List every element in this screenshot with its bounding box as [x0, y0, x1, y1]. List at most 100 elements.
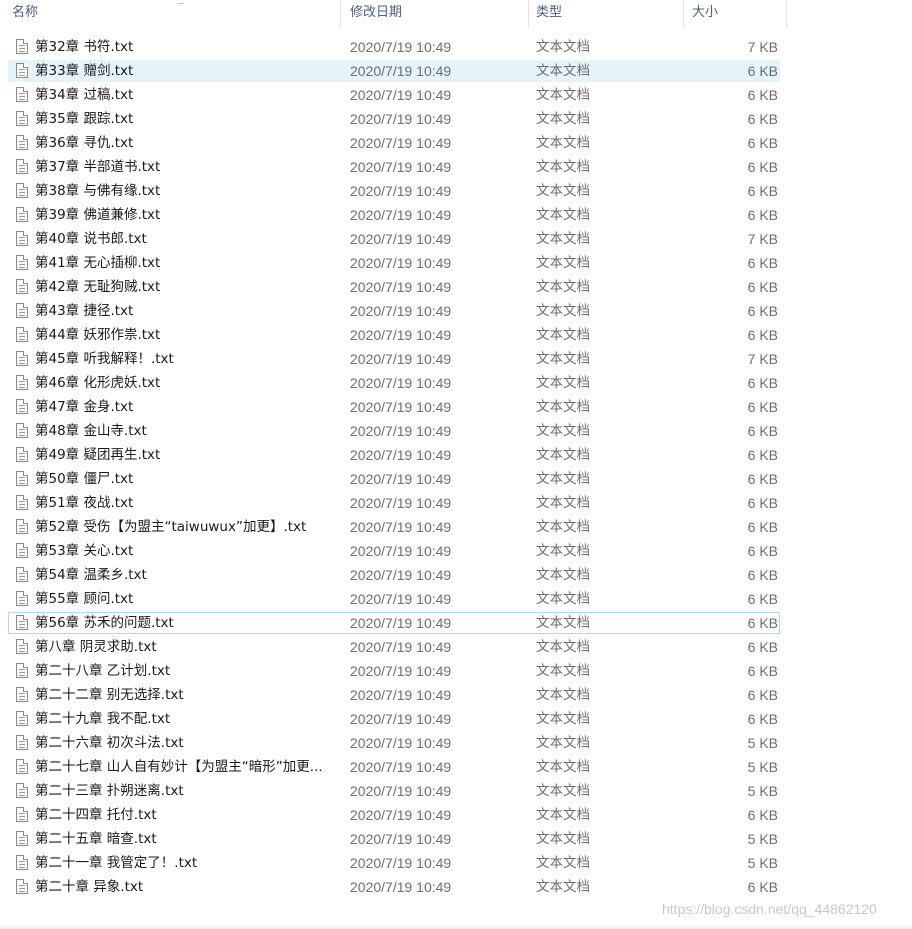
file-modified-date: 2020/7/19 10:49 — [350, 519, 452, 535]
file-row[interactable]: 第33章 赠剑.txt 2020/7/19 10:49 文本文档 6 KB — [0, 60, 912, 84]
file-row[interactable]: 第二十三章 扑朔迷离.txt 2020/7/19 10:49 文本文档 5 KB — [0, 780, 912, 804]
file-row[interactable]: 第51章 夜战.txt 2020/7/19 10:49 文本文档 6 KB — [0, 492, 912, 516]
file-row[interactable]: 第49章 疑团再生.txt 2020/7/19 10:49 文本文档 6 KB — [0, 444, 912, 468]
column-header-date[interactable]: 修改日期 — [344, 0, 528, 28]
file-modified-date: 2020/7/19 10:49 — [350, 471, 452, 487]
file-modified-date: 2020/7/19 10:49 — [350, 303, 452, 319]
file-row[interactable]: 第39章 佛道兼修.txt 2020/7/19 10:49 文本文档 6 KB — [0, 204, 912, 228]
file-row[interactable]: 第52章 受伤【为盟主“taiwuwux”加更】.txt 2020/7/19 10… — [0, 516, 912, 540]
file-modified-date: 2020/7/19 10:49 — [350, 159, 452, 175]
file-row[interactable]: 第二十二章 别无选择.txt 2020/7/19 10:49 文本文档 6 KB — [0, 684, 912, 708]
file-name: 第二十三章 扑朔迷离.txt — [35, 783, 184, 799]
file-row[interactable]: 第42章 无耻狗贼.txt 2020/7/19 10:49 文本文档 6 KB — [0, 276, 912, 300]
file-row[interactable]: 第二十四章 托付.txt 2020/7/19 10:49 文本文档 6 KB — [0, 804, 912, 828]
file-name: 第42章 无耻狗贼.txt — [35, 279, 161, 295]
file-row[interactable]: 第41章 无心插柳.txt 2020/7/19 10:49 文本文档 6 KB — [0, 252, 912, 276]
file-row[interactable]: 第二十六章 初次斗法.txt 2020/7/19 10:49 文本文档 5 KB — [0, 732, 912, 756]
file-size: 6 KB — [747, 423, 778, 439]
column-header-size[interactable]: 大小 — [686, 0, 786, 28]
file-row[interactable]: 第32章 书符.txt 2020/7/19 10:49 文本文档 7 KB — [0, 36, 912, 60]
column-divider-date-type[interactable] — [528, 0, 529, 28]
file-name: 第47章 金身.txt — [35, 399, 134, 415]
text-file-icon-lines — [19, 213, 25, 220]
file-type: 文本文档 — [536, 543, 590, 559]
file-row[interactable]: 第56章 苏禾的问题.txt 2020/7/19 10:49 文本文档 6 KB — [0, 612, 912, 636]
file-type: 文本文档 — [536, 207, 590, 223]
text-file-icon — [16, 447, 28, 462]
file-row[interactable]: 第二十章 异象.txt 2020/7/19 10:49 文本文档 6 KB — [0, 876, 912, 900]
file-modified-date: 2020/7/19 10:49 — [350, 39, 452, 55]
text-file-icon-lines — [19, 141, 25, 148]
file-size: 6 KB — [747, 207, 778, 223]
text-file-icon — [16, 807, 28, 822]
file-row[interactable]: 第二十七章 山人自有妙计【为盟主“暗形”加更... 2020/7/19 10:49… — [0, 756, 912, 780]
file-row[interactable]: 第二十八章 乙计划.txt 2020/7/19 10:49 文本文档 6 KB — [0, 660, 912, 684]
column-header-name[interactable]: 名称 — [6, 0, 340, 28]
file-type: 文本文档 — [536, 759, 590, 775]
column-header-type[interactable]: 类型 — [530, 0, 683, 28]
file-type: 文本文档 — [536, 63, 590, 79]
file-row[interactable]: 第46章 化形虎妖.txt 2020/7/19 10:49 文本文档 6 KB — [0, 372, 912, 396]
file-size: 6 KB — [747, 615, 778, 631]
file-row[interactable]: 第二十五章 暗查.txt 2020/7/19 10:49 文本文档 5 KB — [0, 828, 912, 852]
text-file-icon-lines — [19, 741, 25, 748]
file-row[interactable]: 第38章 与佛有缘.txt 2020/7/19 10:49 文本文档 6 KB — [0, 180, 912, 204]
file-row[interactable]: 第44章 妖邪作祟.txt 2020/7/19 10:49 文本文档 6 KB — [0, 324, 912, 348]
text-file-icon-lines — [19, 237, 25, 244]
file-name: 第二十四章 托付.txt — [35, 807, 157, 823]
text-file-icon-lines — [19, 789, 25, 796]
text-file-icon-lines — [19, 597, 25, 604]
file-row[interactable]: 第55章 顾问.txt 2020/7/19 10:49 文本文档 6 KB — [0, 588, 912, 612]
file-type: 文本文档 — [536, 87, 590, 103]
text-file-icon — [16, 519, 28, 534]
file-explorer-list-view: 名称 修改日期 类型 大小 第32章 书符.txt 2020/7/19 10:49… — [0, 0, 912, 929]
column-divider-type-size[interactable] — [683, 0, 684, 28]
column-divider-name-date[interactable] — [340, 0, 341, 28]
file-size: 6 KB — [747, 471, 778, 487]
text-file-icon-lines — [19, 717, 25, 724]
file-size: 6 KB — [747, 519, 778, 535]
file-type: 文本文档 — [536, 639, 590, 655]
file-name: 第33章 赠剑.txt — [35, 63, 134, 79]
file-row[interactable]: 第37章 半部道书.txt 2020/7/19 10:49 文本文档 6 KB — [0, 156, 912, 180]
file-type: 文本文档 — [536, 183, 590, 199]
file-type: 文本文档 — [536, 471, 590, 487]
file-row[interactable]: 第35章 跟踪.txt 2020/7/19 10:49 文本文档 6 KB — [0, 108, 912, 132]
file-modified-date: 2020/7/19 10:49 — [350, 231, 452, 247]
text-file-icon-lines — [19, 381, 25, 388]
file-name: 第49章 疑团再生.txt — [35, 447, 161, 463]
file-row[interactable]: 第54章 温柔乡.txt 2020/7/19 10:49 文本文档 6 KB — [0, 564, 912, 588]
file-row[interactable]: 第50章 僵尸.txt 2020/7/19 10:49 文本文档 6 KB — [0, 468, 912, 492]
text-file-icon-lines — [19, 621, 25, 628]
file-name: 第51章 夜战.txt — [35, 495, 134, 511]
file-type: 文本文档 — [536, 159, 590, 175]
file-modified-date: 2020/7/19 10:49 — [350, 183, 452, 199]
file-row[interactable]: 第43章 捷径.txt 2020/7/19 10:49 文本文档 6 KB — [0, 300, 912, 324]
file-modified-date: 2020/7/19 10:49 — [350, 831, 452, 847]
text-file-icon — [16, 687, 28, 702]
file-type: 文本文档 — [536, 351, 590, 367]
file-row[interactable]: 第二十九章 我不配.txt 2020/7/19 10:49 文本文档 6 KB — [0, 708, 912, 732]
file-size: 6 KB — [747, 135, 778, 151]
file-row[interactable]: 第二十一章 我管定了！.txt 2020/7/19 10:49 文本文档 5 KB — [0, 852, 912, 876]
text-file-icon — [16, 207, 28, 222]
file-row[interactable]: 第34章 过稿.txt 2020/7/19 10:49 文本文档 6 KB — [0, 84, 912, 108]
file-row[interactable]: 第53章 关心.txt 2020/7/19 10:49 文本文档 6 KB — [0, 540, 912, 564]
text-file-icon — [16, 351, 28, 366]
file-row[interactable]: 第八章 阴灵求助.txt 2020/7/19 10:49 文本文档 6 KB — [0, 636, 912, 660]
text-file-icon — [16, 63, 28, 78]
file-row[interactable]: 第48章 金山寺.txt 2020/7/19 10:49 文本文档 6 KB — [0, 420, 912, 444]
file-row[interactable]: 第40章 说书郎.txt 2020/7/19 10:49 文本文档 7 KB — [0, 228, 912, 252]
file-type: 文本文档 — [536, 687, 590, 703]
file-modified-date: 2020/7/19 10:49 — [350, 399, 452, 415]
file-name: 第二十章 异象.txt — [35, 879, 144, 895]
file-row[interactable]: 第45章 听我解释！.txt 2020/7/19 10:49 文本文档 7 KB — [0, 348, 912, 372]
file-type: 文本文档 — [536, 879, 590, 895]
file-row[interactable]: 第47章 金身.txt 2020/7/19 10:49 文本文档 6 KB — [0, 396, 912, 420]
text-file-icon-lines — [19, 405, 25, 412]
file-size: 6 KB — [747, 495, 778, 511]
file-row[interactable]: 第36章 寻仇.txt 2020/7/19 10:49 文本文档 6 KB — [0, 132, 912, 156]
text-file-icon-lines — [19, 525, 25, 532]
file-type: 文本文档 — [536, 135, 590, 151]
column-divider-size-end[interactable] — [786, 0, 787, 28]
